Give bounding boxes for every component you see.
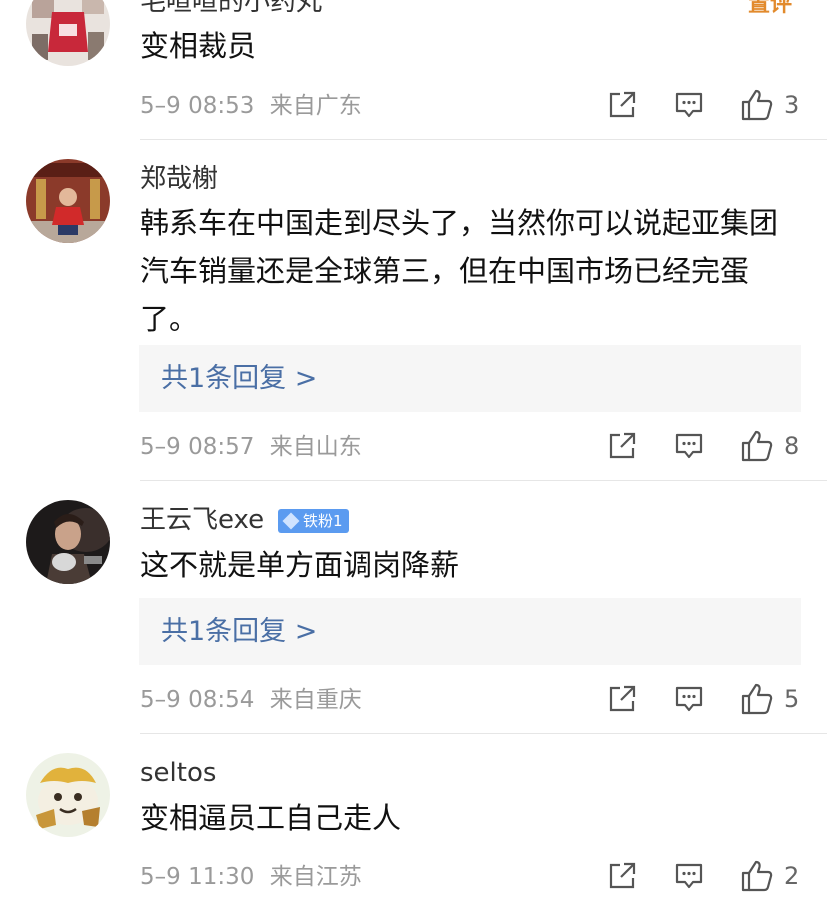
comment-meta: 5–9 08:53 来自广东 (140, 91, 362, 121)
comment-icon (675, 686, 703, 712)
divider (140, 480, 827, 481)
comment-time: 5–9 08:54 (140, 687, 255, 713)
share-button[interactable] (607, 431, 637, 461)
comment-icon (675, 433, 703, 459)
thumbs-up-icon (741, 683, 773, 715)
thumbs-up-icon (741, 89, 773, 121)
comment-button[interactable] (674, 431, 704, 461)
share-icon (609, 432, 636, 459)
reply-link[interactable]: 共1条回复 > (161, 345, 317, 412)
comment-text: 变相裁员 (140, 29, 257, 63)
share-icon (609, 91, 636, 118)
like-count: 8 (784, 432, 800, 460)
comment-text: 变相逼员工自己走人 (140, 801, 402, 835)
like-count: 3 (784, 91, 800, 119)
avatar[interactable] (26, 500, 110, 584)
fan-badge: 铁粉1 (278, 509, 349, 533)
comment-time: 5–9 11:30 (140, 864, 255, 890)
comment-time: 5–9 08:53 (140, 93, 255, 119)
like-button[interactable]: 3 (740, 88, 799, 122)
comment-meta: 5–9 08:57 来自山东 (140, 432, 362, 462)
comment-location: 来自重庆 (269, 687, 362, 713)
share-button[interactable] (607, 861, 637, 891)
fan-badge-label: 铁粉1 (303, 512, 343, 530)
comment-text: 这不就是单方面调岗降薪 (140, 548, 460, 582)
reply-box[interactable]: 共1条回复 > (139, 598, 801, 665)
divider (140, 733, 827, 734)
comment-meta: 5–9 08:54 来自重庆 (140, 685, 362, 715)
share-icon (609, 862, 636, 889)
comment-location: 来自广东 (269, 93, 362, 119)
like-button[interactable]: 5 (740, 682, 799, 716)
thumbs-up-icon (741, 430, 773, 462)
username[interactable]: 毛喧喧的小药丸 (140, 0, 322, 18)
share-button[interactable] (607, 90, 637, 120)
comment-location: 来自江苏 (269, 864, 362, 890)
featured-tag: 置评 (748, 0, 793, 17)
share-button[interactable] (607, 684, 637, 714)
thumbs-up-icon (741, 860, 773, 892)
comment-time: 5–9 08:57 (140, 434, 255, 460)
comment-icon (675, 863, 703, 889)
username[interactable]: seltos (140, 757, 216, 789)
reply-box[interactable]: 共1条回复 > (139, 345, 801, 412)
avatar[interactable] (26, 0, 110, 66)
reply-link[interactable]: 共1条回复 > (161, 598, 317, 665)
comment-meta: 5–9 11:30 来自江苏 (140, 862, 362, 892)
username[interactable]: 郑哉榭 (140, 163, 218, 195)
avatar[interactable] (26, 753, 110, 837)
comment-button[interactable] (674, 861, 704, 891)
diamond-icon (282, 512, 300, 530)
like-button[interactable]: 8 (740, 429, 799, 463)
comment-button[interactable] (674, 90, 704, 120)
comment-text: 韩系车在中国走到尽头了，当然你可以说起亚集团汽车销量还是全球第三，但在中国市场已… (140, 206, 779, 336)
like-count: 5 (784, 685, 800, 713)
username[interactable]: 王云飞exe (140, 504, 264, 536)
share-icon (609, 685, 636, 712)
comment-icon (675, 92, 703, 118)
like-count: 2 (784, 862, 800, 890)
like-button[interactable]: 2 (740, 859, 799, 893)
comment-location: 来自山东 (269, 434, 362, 460)
avatar[interactable] (26, 159, 110, 243)
comment-button[interactable] (674, 684, 704, 714)
divider (140, 139, 827, 140)
